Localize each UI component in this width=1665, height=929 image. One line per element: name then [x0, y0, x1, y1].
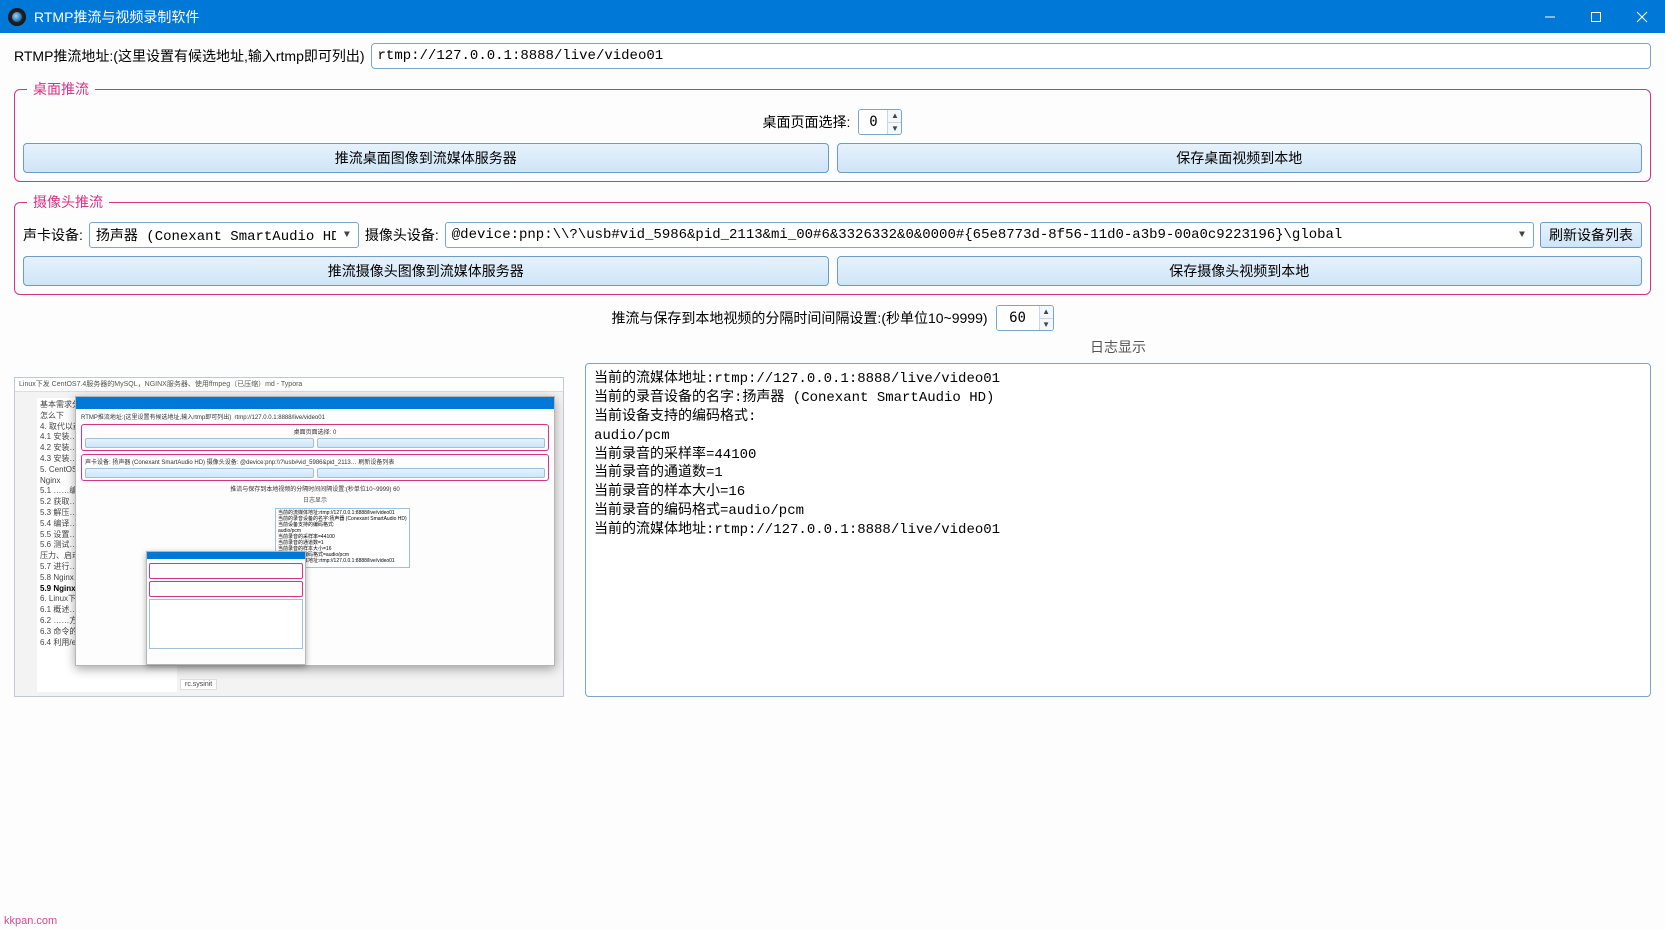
audio-label: 声卡设备: — [23, 225, 83, 245]
maximize-button[interactable] — [1573, 0, 1619, 33]
camera-group: 摄像头推流 声卡设备: 扬声器 (Conexant SmartAudio HD)… — [14, 192, 1651, 295]
rtmp-input[interactable] — [371, 43, 1651, 69]
desktop-group: 桌面推流 桌面页面选择: ▲ ▼ 推流桌面图像到流媒体服务器 保存桌面视频到本地 — [14, 79, 1651, 182]
rtmp-label: RTMP推流地址:(这里设置有候选地址,输入rtmp即可列出) — [14, 46, 365, 66]
spin-down-icon[interactable]: ▼ — [888, 123, 901, 135]
window-title: RTMP推流与视频录制软件 — [34, 7, 199, 27]
titlebar: RTMP推流与视频录制软件 — [0, 0, 1665, 33]
desktop-legend: 桌面推流 — [27, 79, 95, 99]
spin-up-icon[interactable]: ▲ — [1040, 306, 1053, 319]
log-title: 日志显示 — [585, 337, 1651, 357]
preview-thumbnail: Linux下发 CentOS7.4服务器的MySQL，NGINX服务器、使用ff… — [14, 377, 564, 697]
save-camera-button[interactable]: 保存摄像头视频到本地 — [837, 256, 1643, 286]
camera-legend: 摄像头推流 — [27, 192, 109, 212]
rtmp-row: RTMP推流地址:(这里设置有候选地址,输入rtmp即可列出) — [14, 43, 1651, 69]
camera-device-value: @device:pnp:\\?\usb#vid_5986&pid_2113&mi… — [452, 227, 1511, 243]
chevron-down-icon: ▼ — [340, 230, 354, 241]
page-select-label: 桌面页面选择: — [763, 112, 851, 132]
push-camera-button[interactable]: 推流摄像头图像到流媒体服务器 — [23, 256, 829, 286]
app-icon — [8, 8, 26, 26]
watermark: kkpan.com — [4, 915, 57, 927]
camera-label: 摄像头设备: — [365, 225, 439, 245]
audio-device-value: 扬声器 (Conexant SmartAudio HD) — [96, 225, 336, 245]
spin-down-icon[interactable]: ▼ — [1040, 319, 1053, 331]
spin-up-icon[interactable]: ▲ — [888, 110, 901, 123]
camera-device-select[interactable]: @device:pnp:\\?\usb#vid_5986&pid_2113&mi… — [445, 222, 1534, 248]
chevron-down-icon: ▼ — [1515, 230, 1529, 241]
interval-spin[interactable]: ▲ ▼ — [996, 305, 1054, 331]
page-select-value[interactable] — [859, 110, 887, 134]
push-desktop-button[interactable]: 推流桌面图像到流媒体服务器 — [23, 143, 829, 173]
thumb-inner-window: RTMP推流地址:(这里设置有候选地址,输入rtmp即可列出) rtmp://1… — [75, 396, 555, 666]
page-select-spin[interactable]: ▲ ▼ — [858, 109, 902, 135]
refresh-devices-button[interactable]: 刷新设备列表 — [1540, 222, 1642, 248]
save-desktop-button[interactable]: 保存桌面视频到本地 — [837, 143, 1643, 173]
minimize-button[interactable] — [1527, 0, 1573, 33]
interval-label: 推流与保存到本地视频的分隔时间间隔设置:(秒单位10~9999) — [611, 308, 987, 328]
audio-device-select[interactable]: 扬声器 (Conexant SmartAudio HD) ▼ — [89, 222, 359, 248]
log-output[interactable]: 当前的流媒体地址:rtmp://127.0.0.1:8888/live/vide… — [585, 363, 1651, 697]
interval-row: 推流与保存到本地视频的分隔时间间隔设置:(秒单位10~9999) ▲ ▼ — [14, 305, 1651, 331]
interval-value[interactable] — [997, 306, 1039, 330]
close-button[interactable] — [1619, 0, 1665, 33]
